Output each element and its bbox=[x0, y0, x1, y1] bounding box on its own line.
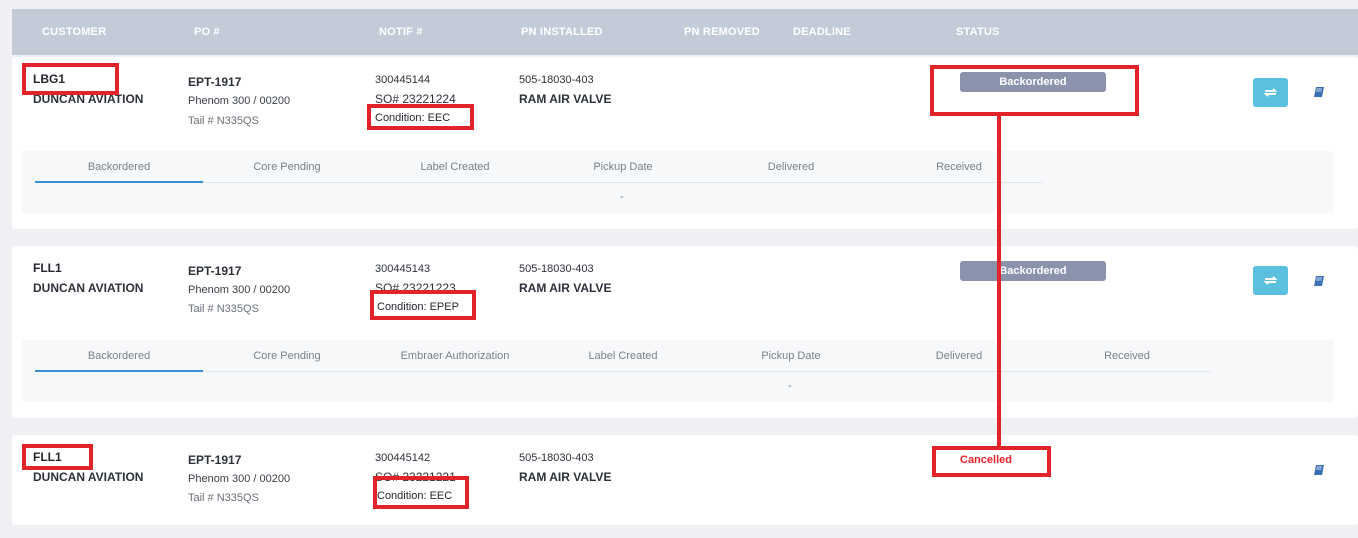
annotation-box-status-1 bbox=[930, 65, 1139, 116]
pn-installed-desc: RAM AIR VALVE bbox=[519, 92, 612, 106]
po-number: EPT-1917 bbox=[188, 264, 242, 278]
annotation-connector-line bbox=[997, 114, 1001, 448]
step-delivered[interactable]: Delivered bbox=[875, 350, 1043, 362]
table-header: CUSTOMER PO # NOTIF # PN INSTALLED PN RE… bbox=[12, 9, 1358, 55]
refresh-icon bbox=[1263, 88, 1278, 97]
order-card: LBG1 DUNCAN AVIATION EPT-1917 Phenom 300… bbox=[12, 57, 1358, 229]
annotation-box-customer-3 bbox=[22, 444, 93, 470]
pn-installed-number: 505-18030-403 bbox=[519, 263, 594, 275]
step-label-created[interactable]: Label Created bbox=[371, 161, 539, 173]
book-icon[interactable] bbox=[1313, 464, 1325, 476]
pn-installed-number: 505-18030-403 bbox=[519, 74, 594, 86]
pn-installed-desc: RAM AIR VALVE bbox=[519, 470, 612, 484]
pn-installed-number: 505-18030-403 bbox=[519, 452, 594, 464]
col-pn-installed: PN INSTALLED bbox=[521, 26, 603, 38]
customer-name: DUNCAN AVIATION bbox=[33, 470, 144, 484]
customer-code: FLL1 bbox=[33, 261, 62, 275]
annotation-box-condition-2 bbox=[370, 290, 476, 320]
col-status: STATUS bbox=[956, 26, 1000, 38]
annotation-box-customer-1 bbox=[22, 63, 119, 95]
col-deadline: DEADLINE bbox=[793, 26, 851, 38]
aircraft: Phenom 300 / 00200 bbox=[188, 284, 291, 296]
step-backordered[interactable]: Backordered bbox=[35, 161, 203, 173]
stepper-active-indicator bbox=[35, 181, 203, 183]
step-embraer-authorization[interactable]: Embraer Authorization bbox=[371, 350, 539, 362]
aircraft: Phenom 300 / 00200 bbox=[188, 95, 291, 107]
annotation-box-status-3 bbox=[932, 446, 1051, 477]
book-icon[interactable] bbox=[1313, 86, 1325, 98]
po-number: EPT-1917 bbox=[188, 453, 242, 467]
annotation-box-condition-3 bbox=[373, 476, 469, 509]
order-card: FLL1 DUNCAN AVIATION EPT-1917 Phenom 300… bbox=[12, 246, 1358, 418]
step-detail: - bbox=[620, 191, 624, 203]
order-card: FLL1 DUNCAN AVIATION EPT-1917 Phenom 300… bbox=[12, 435, 1358, 525]
step-backordered[interactable]: Backordered bbox=[35, 350, 203, 362]
status-badge: Backordered bbox=[960, 261, 1106, 281]
notif-number: 300445142 bbox=[375, 452, 431, 464]
aircraft: Phenom 300 / 00200 bbox=[188, 473, 291, 485]
step-delivered[interactable]: Delivered bbox=[707, 161, 875, 173]
step-pickup-date[interactable]: Pickup Date bbox=[707, 350, 875, 362]
tail-number: Tail # N335QS bbox=[188, 492, 259, 504]
tail-number: Tail # N335QS bbox=[188, 303, 259, 315]
status-stepper: Backordered Core Pending Embraer Authori… bbox=[22, 340, 1334, 402]
stepper-active-indicator bbox=[35, 370, 203, 372]
col-po: PO # bbox=[194, 26, 220, 38]
col-customer: CUSTOMER bbox=[42, 26, 107, 38]
refresh-button[interactable] bbox=[1253, 266, 1288, 295]
stepper-track bbox=[35, 371, 1211, 372]
refresh-icon bbox=[1263, 276, 1278, 285]
notif-number: 300445144 bbox=[375, 74, 431, 86]
step-core-pending[interactable]: Core Pending bbox=[203, 161, 371, 173]
col-notif: NOTIF # bbox=[379, 26, 423, 38]
tail-number: Tail # N335QS bbox=[188, 115, 259, 127]
notif-number: 300445143 bbox=[375, 263, 431, 275]
refresh-button[interactable] bbox=[1253, 78, 1288, 107]
po-number: EPT-1917 bbox=[188, 75, 242, 89]
step-pickup-date[interactable]: Pickup Date bbox=[539, 161, 707, 173]
step-label-created[interactable]: Label Created bbox=[539, 350, 707, 362]
annotation-box-condition-1 bbox=[367, 104, 474, 130]
col-pn-removed: PN REMOVED bbox=[684, 26, 760, 38]
step-received[interactable]: Received bbox=[1043, 350, 1211, 362]
book-icon[interactable] bbox=[1313, 275, 1325, 287]
customer-name: DUNCAN AVIATION bbox=[33, 281, 144, 295]
step-core-pending[interactable]: Core Pending bbox=[203, 350, 371, 362]
pn-installed-desc: RAM AIR VALVE bbox=[519, 281, 612, 295]
status-stepper: Backordered Core Pending Label Created P… bbox=[22, 151, 1334, 213]
step-detail: - bbox=[788, 380, 792, 392]
step-received[interactable]: Received bbox=[875, 161, 1043, 173]
